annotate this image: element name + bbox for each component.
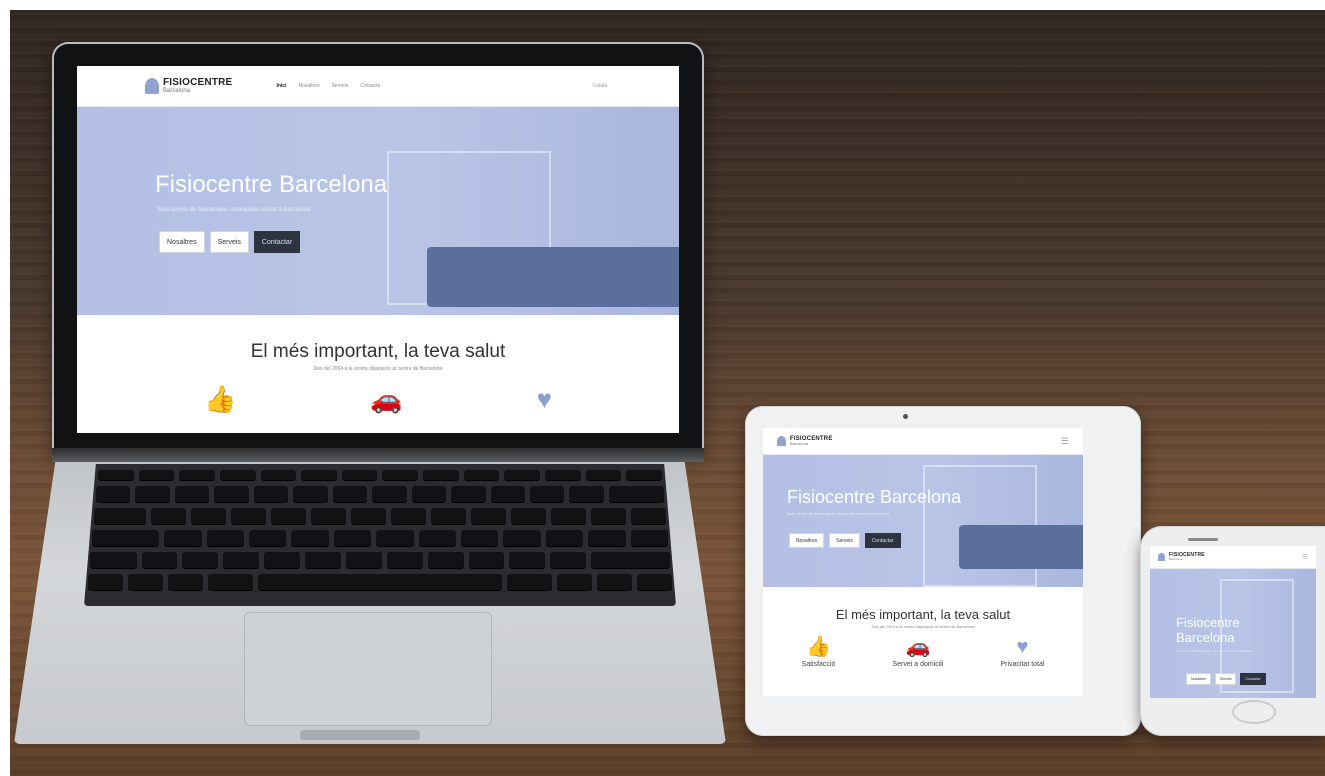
navbar: FISIOCENTRE Barcelona Inici Nosaltres Se… — [77, 66, 679, 107]
car-icon: 🚗 — [905, 636, 931, 658]
thumbs-up-icon: 👍 — [203, 384, 237, 414]
hero-section: Fisiocentre Barcelona Som centre de fisi… — [763, 455, 1083, 587]
nosaltres-button[interactable]: Nosaltres — [1186, 673, 1211, 685]
logo-text: FISIOCENTRE — [163, 77, 233, 88]
nav-link-contacte[interactable]: Contacte — [360, 83, 380, 89]
logo[interactable]: FISIOCENTRE Barcelona — [1158, 553, 1205, 561]
logo[interactable]: FISIOCENTRE Barcelona — [777, 436, 833, 446]
nav-link-serveis[interactable]: Serveis — [332, 83, 349, 89]
nav-link-inici[interactable]: Inici — [276, 83, 286, 89]
car-icon: 🚗 — [370, 384, 403, 414]
hero-subtitle: Som centre de fisioteràpia i osteopatia … — [1176, 649, 1253, 653]
top-border — [0, 0, 1325, 10]
logo-subtitle: Barcelona — [1169, 557, 1183, 561]
feature-item: 🚗 Servei a domicili — [892, 637, 943, 668]
hero-title: Fisiocentre Barcelona — [155, 171, 388, 198]
feature-label: Privacitat total — [1000, 661, 1045, 668]
tablet-screen: FISIOCENTRE Barcelona ☰ Fisiocentre Barc… — [763, 428, 1083, 696]
nosaltres-button[interactable]: Nosaltres — [789, 533, 825, 548]
hand-logo-icon — [777, 436, 786, 446]
hero-title: Fisiocentre Barcelona — [1176, 615, 1240, 645]
feature-item: 👍 — [204, 386, 236, 412]
hero-massage-table — [427, 247, 679, 307]
contactar-button[interactable]: Contactar — [253, 231, 301, 253]
feature-item: ♥ Privacitat total — [1000, 637, 1044, 668]
section-title: El més important, la teva salut — [835, 607, 1011, 622]
nav-link-nosaltres[interactable]: Nosaltres — [298, 83, 319, 89]
contactar-button[interactable]: Contactar — [864, 533, 901, 548]
tablet-camera — [903, 414, 908, 419]
navbar: FISIOCENTRE Barcelona ☰ — [763, 428, 1083, 455]
logo-subtitle: Barcelona — [163, 88, 191, 94]
hand-logo-icon — [145, 78, 159, 94]
section-subtitle: Des del 2004 a la vostra disposició al c… — [871, 624, 975, 629]
feature-label: Servei a domicili — [892, 661, 944, 668]
laptop-notch — [300, 730, 420, 740]
serveis-button[interactable]: Serveis — [1214, 673, 1237, 685]
section-subtitle: Des del 2004 a la vostra disposició al c… — [313, 366, 443, 372]
feature-item: ♥ — [537, 386, 552, 412]
hero-subtitle: Som centre de fisioteràpia i osteopatia … — [787, 511, 890, 516]
nosaltres-button[interactable]: Nosaltres — [159, 231, 205, 253]
features-row: 👍 Satisfacció 🚗 Servei a domicili ♥ Priv… — [763, 637, 1083, 668]
navbar: FISIOCENTRE Barcelona ☰ — [1150, 546, 1316, 569]
logo-subtitle: Barcelona — [790, 441, 809, 446]
phone-screen: FISIOCENTRE Barcelona ☰ Fisiocentre Barc… — [1150, 546, 1316, 698]
contactar-button[interactable]: Contactar — [1240, 673, 1266, 685]
laptop-trackpad[interactable] — [244, 612, 492, 726]
laptop-hinge — [52, 448, 704, 462]
hero-title: Fisiocentre Barcelona — [787, 487, 962, 507]
section-title: El més important, la teva salut — [250, 341, 506, 362]
serveis-button[interactable]: Serveis — [209, 231, 249, 253]
feature-item: 🚗 — [370, 386, 402, 412]
laptop-keyboard — [84, 464, 676, 606]
hero-buttons: Nosaltres Serveis Contactar — [159, 231, 301, 253]
heart-jar-icon: ♥ — [536, 384, 553, 414]
hero-massage-table — [959, 525, 1083, 569]
logo[interactable]: FISIOCENTRE Barcelona — [145, 78, 232, 94]
hand-logo-icon — [1158, 553, 1165, 561]
feature-label: Satisfacció — [801, 661, 836, 668]
phone-speaker — [1188, 538, 1218, 541]
heart-jar-icon: ♥ — [1016, 636, 1029, 658]
hero-buttons: Nosaltres Serveis Contactar — [789, 533, 901, 548]
left-border — [0, 0, 10, 776]
hero-section: Fisiocentre Barcelona Som centre de fisi… — [77, 107, 679, 315]
hamburger-menu-icon[interactable]: ☰ — [1061, 436, 1069, 447]
laptop-screen: FISIOCENTRE Barcelona Inici Nosaltres Se… — [77, 66, 679, 433]
nav-links: Inici Nosaltres Serveis Contacte — [276, 83, 380, 89]
phone-home-button[interactable] — [1232, 700, 1276, 724]
hero-subtitle: Som centre de fisioteràpia i osteopatia … — [157, 207, 311, 213]
hero-section: Fisiocentre Barcelona Som centre de fisi… — [1150, 569, 1316, 698]
hero-buttons: Nosaltres Serveis Contactar — [1186, 673, 1266, 685]
thumbs-up-icon: 👍 — [806, 636, 831, 658]
features-row: 👍 🚗 ♥ — [77, 386, 679, 412]
hamburger-menu-icon[interactable]: ☰ — [1303, 554, 1308, 561]
serveis-button[interactable]: Serveis — [829, 533, 860, 548]
language-selector[interactable]: Català — [593, 83, 607, 89]
feature-item: 👍 Satisfacció — [802, 637, 836, 668]
